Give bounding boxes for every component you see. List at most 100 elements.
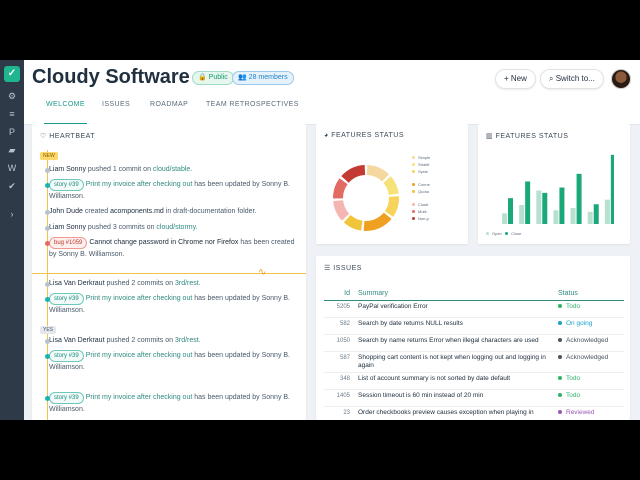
issue-id[interactable]: 1050 xyxy=(324,334,354,352)
issue-summary[interactable]: Order checkbooks preview causes exceptio… xyxy=(354,406,554,420)
story-pill[interactable]: story #39 xyxy=(49,392,84,404)
bar-open-2[interactable] xyxy=(519,205,525,224)
col-summary[interactable]: Summary xyxy=(354,286,554,301)
feed-user[interactable]: John Dude xyxy=(49,208,83,215)
tab-roadmap[interactable]: ROADMAP xyxy=(150,98,188,123)
issue-id[interactable]: 582 xyxy=(324,317,354,335)
share-icon[interactable]: ⚙ xyxy=(0,90,24,102)
bar-open-6[interactable] xyxy=(587,211,593,224)
bar-close-6[interactable] xyxy=(593,204,599,224)
bar-open-7[interactable] xyxy=(604,199,610,224)
bug-pill[interactable]: bug #1059 xyxy=(49,237,88,249)
issues-table: Id Summary Status 5205 PayPal verificatio… xyxy=(324,286,624,420)
timeline-dot xyxy=(45,226,50,231)
donut-segment[interactable] xyxy=(366,165,390,182)
table-row[interactable]: 582 Search by date returns NULL results On… xyxy=(324,317,624,335)
switch-to-button[interactable]: ⌕ Switch to... xyxy=(540,69,604,89)
table-row[interactable]: 1405 Session timeout is 60 min instead of… xyxy=(324,389,624,407)
features-status-bar-card: ▥ FEATURES STATUS Open Close xyxy=(478,124,630,244)
col-status[interactable]: Status xyxy=(554,286,624,301)
donut-segment[interactable] xyxy=(384,196,399,217)
tab-welcome[interactable]: WELCOME xyxy=(44,98,87,125)
donut-segment[interactable] xyxy=(333,199,350,221)
issue-id[interactable]: 1405 xyxy=(324,389,354,407)
timeline-dot xyxy=(45,282,50,287)
donut-segment[interactable] xyxy=(383,176,399,196)
feed-link[interactable]: 3rd/rest. xyxy=(175,337,201,344)
feed-user[interactable]: Lisa Van Derkraut xyxy=(49,280,105,287)
col-id[interactable]: Id xyxy=(324,286,354,301)
feed-user[interactable]: Liam Sonny xyxy=(49,224,86,231)
feed-user[interactable]: Sonny B. Williamson. xyxy=(58,251,124,258)
bar-close-1[interactable] xyxy=(508,198,513,224)
public-badge-label: Public xyxy=(208,74,228,81)
bar-close-2[interactable] xyxy=(525,181,531,224)
new-button[interactable]: + New xyxy=(495,69,536,89)
feed-text: pushed 3 commits on xyxy=(87,224,155,231)
story-pill[interactable]: story #39 xyxy=(49,350,84,362)
bar-close-4[interactable] xyxy=(559,187,565,224)
bar-close-7[interactable] xyxy=(610,154,614,224)
feed-user[interactable]: Liam Sonny xyxy=(49,166,86,173)
donut-segment[interactable] xyxy=(363,212,392,231)
feed-subject[interactable]: Cannot change password in Chrome nor Fir… xyxy=(89,239,238,246)
donut-segment[interactable] xyxy=(343,214,363,231)
bar-close-3[interactable] xyxy=(542,192,548,224)
donut-legend-label: Clustr xyxy=(418,202,429,207)
table-row[interactable]: 23 Order checkbooks preview causes except… xyxy=(324,406,624,420)
bar-card-title-text: FEATURES STATUS xyxy=(495,133,569,140)
feed-link[interactable]: cloud/stable. xyxy=(153,166,192,173)
table-row[interactable]: 5205 PayPal verification Error Todo xyxy=(324,300,624,318)
bar-open-3[interactable] xyxy=(536,190,542,224)
table-row[interactable]: 348 List of account summary is not sorted… xyxy=(324,372,624,390)
bar-open-5[interactable] xyxy=(570,208,576,224)
members-badge[interactable]: 👥 28 members xyxy=(232,71,294,85)
bar-open-1[interactable] xyxy=(502,213,507,224)
expand-icon[interactable]: › xyxy=(0,208,24,220)
legend-swatch xyxy=(412,190,415,194)
story-pill[interactable]: story #39 xyxy=(49,179,84,191)
donut-segment[interactable] xyxy=(341,165,366,183)
feed-link[interactable]: Print my invoice after checking out xyxy=(86,295,193,302)
tab-team-retrospectives[interactable]: TEAM RETROSPECTIVES xyxy=(206,98,299,123)
bar-chart xyxy=(502,154,614,224)
issue-id[interactable]: 587 xyxy=(324,351,354,373)
feed-link[interactable]: Print my invoice after checking out xyxy=(86,181,193,188)
feed-link[interactable]: cloud/stormy. xyxy=(156,224,197,231)
issue-summary[interactable]: List of account summary is not sorted by… xyxy=(354,372,554,390)
legend-swatch-close xyxy=(505,232,509,236)
p-icon[interactable]: P xyxy=(0,126,24,138)
feed-link[interactable]: Print my invoice after checking out xyxy=(86,352,193,359)
feed-user[interactable]: Lisa Van Derkraut xyxy=(49,337,105,344)
folder-icon[interactable]: ▰ xyxy=(0,144,24,156)
issue-summary[interactable]: Session timeout is 60 min instead of 20 … xyxy=(354,389,554,407)
issue-summary[interactable]: Shopping cart content is not kept when l… xyxy=(354,351,554,373)
w-icon[interactable]: W xyxy=(0,162,24,174)
feed-item: bug #1059 Cannot change password in Chrom… xyxy=(45,237,299,261)
donut-legend-item: Multi- xyxy=(412,208,430,215)
list-icon[interactable]: ≡ xyxy=(0,108,24,120)
issue-id[interactable]: 348 xyxy=(324,372,354,390)
table-row[interactable]: 1050 Search by name returns Error when il… xyxy=(324,334,624,352)
issue-id[interactable]: 5205 xyxy=(324,300,354,318)
donut-legend: Simple Stratifi Syste Conne Quota Clustr Multi… xyxy=(412,154,430,222)
user-avatar[interactable] xyxy=(611,69,631,89)
bar-close-5[interactable] xyxy=(576,173,582,224)
feed-link[interactable]: 3rd/rest. xyxy=(175,280,201,287)
check-icon[interactable]: ✔ xyxy=(0,180,24,192)
bar-open-4[interactable] xyxy=(553,210,559,224)
feed-text: pushed 1 commit on xyxy=(87,166,151,173)
issue-summary[interactable]: PayPal verification Error xyxy=(354,300,554,318)
table-row[interactable]: 587 Shopping cart content is not kept whe… xyxy=(324,351,624,373)
issue-status: Acknowledged xyxy=(554,334,624,352)
issue-summary[interactable]: Search by date returns NULL results xyxy=(354,317,554,335)
tab-issues[interactable]: ISSUES xyxy=(102,98,130,123)
donut-segment[interactable] xyxy=(333,178,348,199)
app-logo-icon[interactable]: ✓ xyxy=(4,66,20,82)
bar-chart-icon: ▥ xyxy=(486,133,496,140)
issue-summary[interactable]: Search by name returns Error when illega… xyxy=(354,334,554,352)
feed-link[interactable]: Print my invoice after checking out xyxy=(86,394,193,401)
story-pill[interactable]: story #39 xyxy=(49,293,84,305)
feed-file[interactable]: acomponents.md xyxy=(110,208,164,215)
issue-id[interactable]: 23 xyxy=(324,406,354,420)
